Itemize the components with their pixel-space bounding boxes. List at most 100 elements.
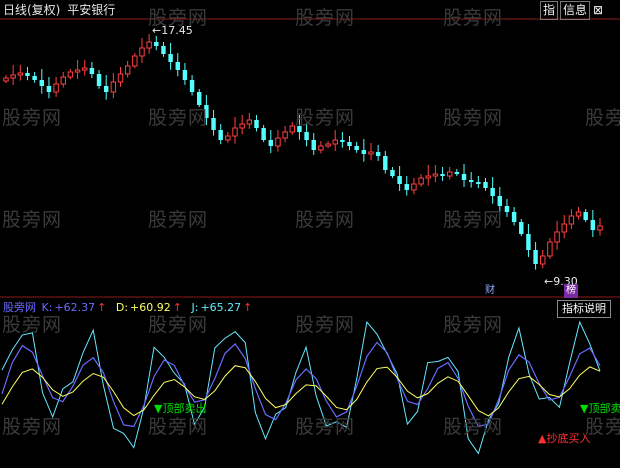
candle-body [468, 180, 474, 182]
candle-body [239, 123, 245, 129]
buy-signal: ▲抄底买入 [538, 432, 591, 445]
candle-body [232, 127, 238, 137]
candle-body [132, 55, 138, 67]
candle-body [154, 42, 159, 46]
candle-body [476, 182, 481, 184]
sell-signal-1-label: 顶部卖出 [162, 402, 207, 415]
candle-body [440, 174, 445, 176]
candle-body [82, 67, 88, 71]
candle-body [110, 81, 117, 93]
d-label: D: [115, 301, 129, 314]
candle-body [526, 234, 531, 250]
candle-body [175, 62, 180, 70]
candle-body [67, 71, 74, 78]
d-line [1, 365, 601, 417]
candle-body [10, 74, 16, 79]
indicator-name[interactable]: 股旁网 [3, 301, 36, 314]
candle-body [53, 83, 59, 93]
candle-body [275, 137, 281, 147]
k-up-arrow-icon: ↑ [97, 301, 107, 314]
candle-body [511, 212, 517, 222]
candle-body [368, 151, 374, 155]
candle-body [397, 176, 402, 184]
candle-body [182, 70, 188, 80]
k-label: K: [41, 301, 53, 314]
watermark: 股旁网 [2, 209, 63, 231]
candle-body [254, 120, 259, 128]
candle-body [404, 184, 409, 190]
candle-body [60, 76, 66, 85]
candle-body [124, 65, 131, 75]
candle-body [146, 41, 152, 49]
buy-signal-label: 抄底买入 [546, 432, 591, 445]
info-button[interactable]: 信息 [560, 0, 591, 20]
sell-signal-2-label: 顶部卖 [588, 402, 620, 415]
candle-body [117, 73, 124, 83]
candle-body [454, 172, 460, 174]
watermark: 股旁网 [295, 209, 356, 231]
candle-body [461, 174, 467, 180]
candle-body [289, 125, 295, 133]
candle-body [96, 74, 102, 86]
indicator-button[interactable]: 指 [540, 0, 559, 20]
stock-name[interactable]: 平安银行 [67, 3, 115, 17]
candle-body [103, 86, 109, 92]
candle-body [390, 170, 395, 176]
sell-signal-1: ▼顶部卖出 [154, 402, 207, 415]
candle-body [25, 73, 30, 76]
candle-body [139, 47, 145, 57]
j-value: +65.27 [200, 301, 242, 314]
candle-body [17, 72, 24, 76]
watermark: 股旁网 [295, 416, 356, 438]
close-icon[interactable]: ⊠ [593, 3, 603, 17]
candle-body [519, 222, 524, 234]
candle-body [575, 211, 582, 217]
candle-body [189, 80, 195, 92]
candle-body [361, 150, 367, 154]
candle-body [568, 215, 575, 225]
chart-header: 日线(复权) 平安银行 [3, 1, 115, 18]
watermark: 股旁网 [585, 107, 620, 129]
k-value: +62.37 [54, 301, 96, 314]
candle-body [32, 76, 37, 80]
candle-body [46, 86, 52, 92]
candle-body [483, 182, 488, 188]
candle-body [583, 212, 588, 220]
candle-body [375, 152, 381, 156]
candle-body [89, 68, 95, 74]
watermark: 股旁网 [295, 7, 356, 29]
candle-body [533, 250, 538, 264]
candle-body [547, 241, 553, 257]
watermark: 股旁网 [443, 416, 504, 438]
d-up-arrow-icon: ↑ [172, 301, 182, 314]
candle-body [432, 173, 439, 177]
candle-body [225, 135, 231, 141]
candle-body [74, 69, 81, 73]
chart-stage: 日线(复权) 平安银行 指 信息 ⊠ 股旁网 股旁网 股旁网 股旁网 股旁网 股… [0, 0, 620, 468]
candle-body [354, 146, 359, 150]
candle-body [161, 46, 166, 54]
candle-body [304, 132, 309, 140]
financial-report-badge[interactable]: 财 [483, 284, 497, 298]
candle-body [590, 220, 596, 230]
candle-body [39, 80, 45, 86]
high-price-label: 17.45 [161, 24, 193, 37]
candle-body [446, 171, 453, 177]
period-label[interactable]: 日线(复权) [3, 3, 60, 17]
sell-signal-2: ▼顶部卖 [580, 402, 620, 415]
watermark: 股旁网 [443, 209, 504, 231]
dragon-tiger-list-badge[interactable]: 榜 [564, 284, 578, 298]
candle-body [282, 131, 288, 139]
candle-body [246, 119, 253, 125]
candle-body [211, 118, 216, 130]
indicator-help-button[interactable]: 指标说明 [557, 300, 611, 318]
candle-body [261, 128, 266, 140]
candle-body [411, 183, 417, 191]
candle-body [318, 145, 324, 151]
watermark: 股旁网 [148, 107, 209, 129]
candle-body [425, 175, 431, 179]
watermark: 股旁网 [443, 314, 504, 336]
watermark: 股旁网 [148, 209, 209, 231]
candle-body [490, 188, 495, 196]
candle-body [168, 54, 173, 62]
